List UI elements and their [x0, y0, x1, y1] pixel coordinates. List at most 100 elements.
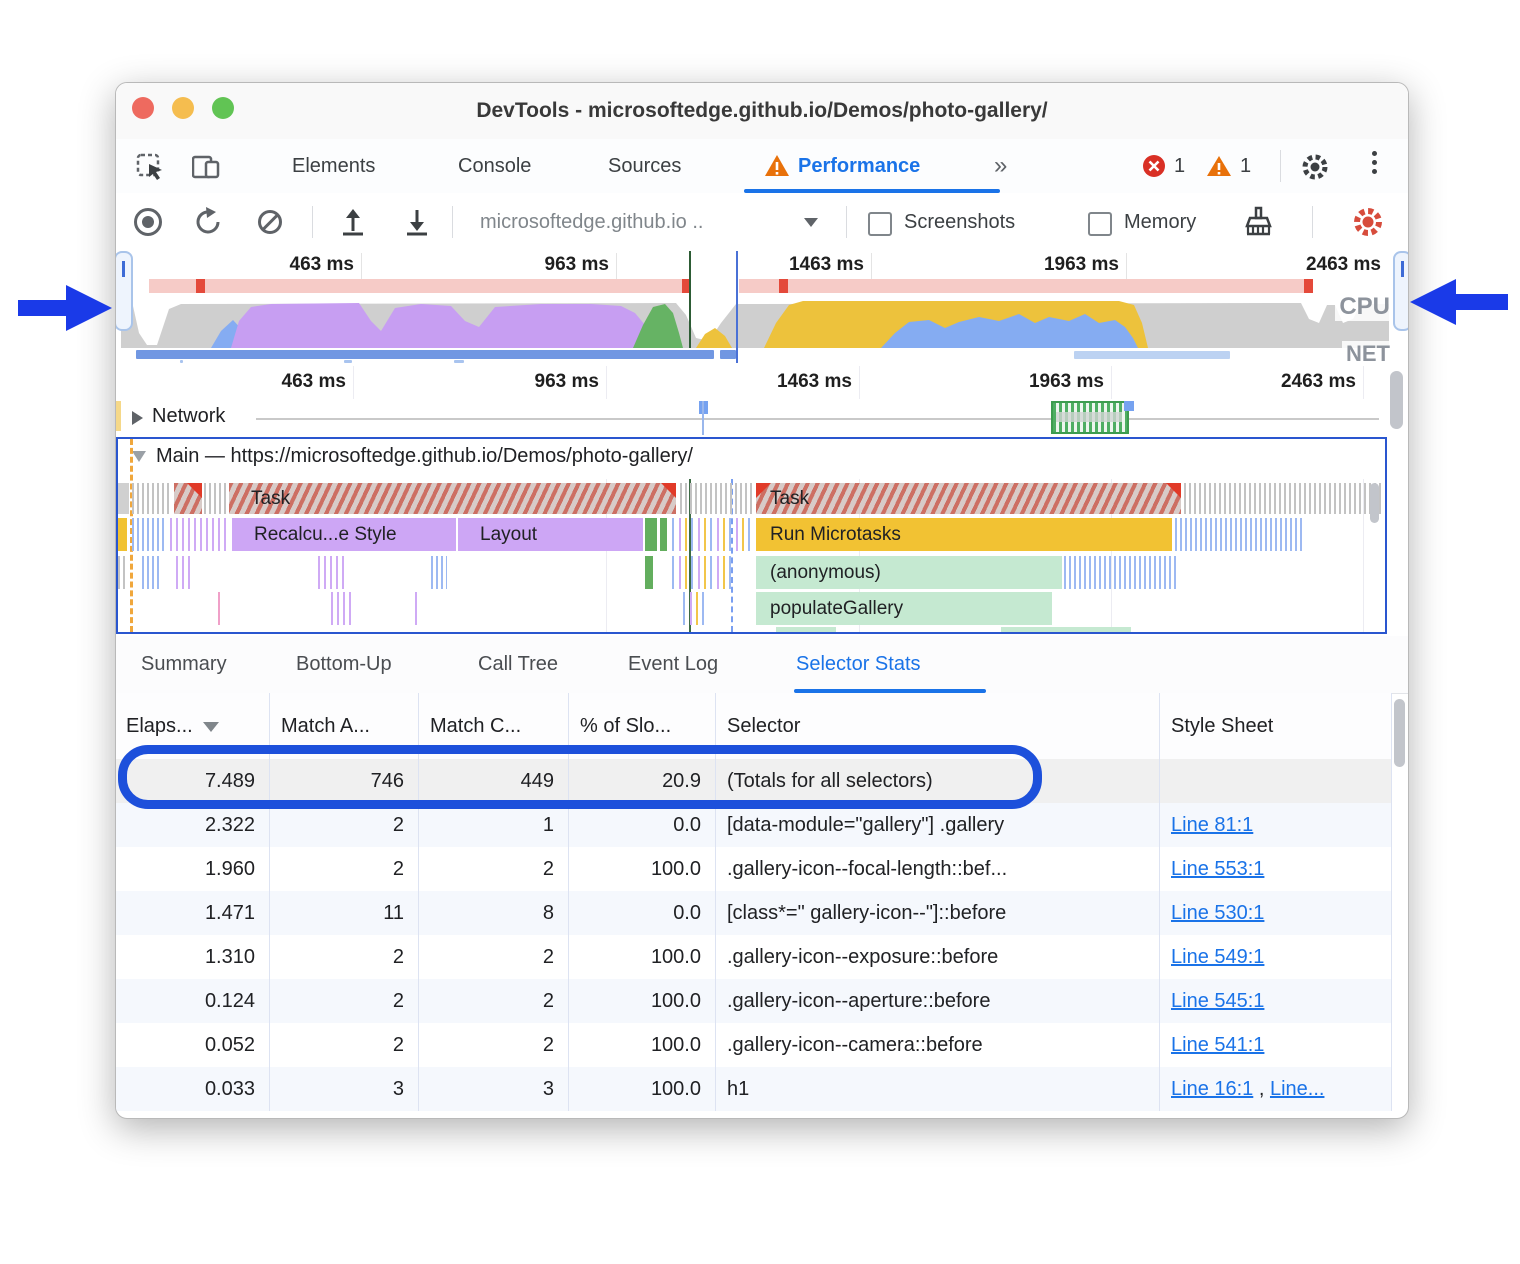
- activity-stripes: [431, 556, 447, 589]
- main-disclosure-icon[interactable]: [132, 451, 146, 462]
- reload-icon[interactable]: [194, 207, 224, 237]
- task-bar-partial[interactable]: [118, 518, 127, 551]
- stylesheet-link[interactable]: Line 16:1: [1171, 1078, 1253, 1100]
- header-pct-slow[interactable]: % of Slo...: [580, 693, 712, 759]
- tab-bottom-up[interactable]: Bottom-Up: [296, 636, 392, 692]
- tab-summary[interactable]: Summary: [141, 636, 227, 692]
- net-activity-bar: [1074, 351, 1230, 359]
- tab-console[interactable]: Console: [458, 139, 531, 193]
- tab-event-log[interactable]: Event Log: [628, 636, 718, 692]
- net-activity-tick: [454, 360, 464, 363]
- stylesheet-link[interactable]: Line 549:1: [1171, 946, 1264, 968]
- activity-stripes: [132, 483, 172, 514]
- stylesheet-link[interactable]: Line 530:1: [1171, 902, 1264, 924]
- populate-gallery-bar[interactable]: populateGallery: [756, 592, 1052, 625]
- table-row[interactable]: 0.052 2 2 100.0 .gallery-icon--camera::b…: [116, 1023, 1391, 1067]
- table-row[interactable]: 1.471 11 8 0.0 [class*=" gallery-icon--"…: [116, 891, 1391, 935]
- task-bar-partial[interactable]: [118, 483, 129, 514]
- flame-scrollbar-thumb[interactable]: [1370, 483, 1379, 523]
- tracks-scrollbar-thumb[interactable]: [1390, 371, 1403, 429]
- screenshots-checkbox[interactable]: [868, 212, 892, 236]
- cpu-activity-chart[interactable]: [121, 293, 1401, 348]
- overview-tick: [616, 253, 617, 279]
- paint-bar[interactable]: [645, 518, 657, 551]
- column-divider: [1159, 693, 1160, 1111]
- activity-stripes: [331, 592, 355, 625]
- download-profile-icon[interactable]: [402, 207, 432, 237]
- inspect-icon[interactable]: [136, 153, 166, 181]
- error-count[interactable]: 1: [1174, 139, 1185, 193]
- history-caret-icon[interactable]: [804, 218, 818, 227]
- timeline-overview[interactable]: 463 ms 963 ms 1463 ms 1963 ms 2463 ms: [116, 251, 1408, 368]
- screenshot-canvas: DevTools - microsoftedge.github.io/Demos…: [0, 0, 1520, 1264]
- header-match-attempts[interactable]: Match A...: [281, 693, 415, 759]
- paint-bar[interactable]: [645, 556, 653, 589]
- recalculate-style-bar[interactable]: Recalcu...e Style: [231, 518, 456, 551]
- stylesheet-link[interactable]: Line 545:1: [1171, 990, 1264, 1012]
- table-row[interactable]: 2.322 2 1 0.0 [data-module="gallery"] .g…: [116, 803, 1391, 847]
- memory-label[interactable]: Memory: [1124, 193, 1196, 251]
- clear-icon[interactable]: [258, 210, 282, 234]
- network-request-marker: [702, 401, 704, 435]
- long-task-bar[interactable]: [174, 483, 202, 514]
- long-task-bar[interactable]: Task: [229, 483, 676, 514]
- activity-stripes: [204, 483, 228, 514]
- settings-gear-icon[interactable]: [1300, 152, 1330, 182]
- overview-cursor-line: [689, 251, 691, 348]
- upload-profile-icon[interactable]: [338, 207, 368, 237]
- stylesheet-link[interactable]: Line 541:1: [1171, 1034, 1264, 1056]
- tab-performance[interactable]: Performance: [798, 139, 920, 193]
- ruler-tick-label: 463 ms: [228, 369, 346, 395]
- overview-tick: [871, 253, 872, 279]
- ruler-tick-label: 1463 ms: [724, 369, 852, 395]
- network-track[interactable]: Network: [116, 399, 1408, 437]
- run-microtasks-bar[interactable]: Run Microtasks: [756, 518, 1172, 551]
- table-row[interactable]: 0.033 3 3 100.0 h1 Line 16:1 , Line...: [116, 1067, 1391, 1111]
- toolbar-divider-1: [312, 206, 313, 238]
- stylesheet-link[interactable]: Line...: [1270, 1078, 1324, 1100]
- warning-count[interactable]: 1: [1240, 139, 1251, 193]
- activity-stripes: [132, 518, 166, 551]
- garbage-collect-icon[interactable]: [1242, 206, 1276, 240]
- titlebar: DevTools - microsoftedge.github.io/Demos…: [116, 83, 1408, 140]
- network-disclosure-icon[interactable]: [132, 411, 143, 425]
- tab-call-tree[interactable]: Call Tree: [478, 636, 558, 692]
- capture-settings-gear-icon[interactable]: [1352, 206, 1384, 238]
- header-elapsed[interactable]: Elaps...: [126, 693, 266, 759]
- ruler-tick-label: 963 ms: [481, 369, 599, 395]
- device-toolbar-icon[interactable]: [192, 153, 224, 181]
- more-tabs-chevron[interactable]: »: [994, 139, 1007, 193]
- paint-bar[interactable]: [660, 518, 667, 551]
- network-request-marker: [1124, 401, 1134, 411]
- table-row-totals[interactable]: 7.489 746 449 20.9 (Totals for all selec…: [116, 759, 1391, 803]
- header-style-sheet[interactable]: Style Sheet: [1171, 693, 1381, 759]
- net-activity-bar: [720, 350, 736, 359]
- activity-tick: [415, 592, 417, 625]
- anonymous-function-bar[interactable]: (anonymous): [756, 556, 1062, 589]
- error-badge-icon[interactable]: [1142, 154, 1166, 178]
- kebab-menu-icon[interactable]: [1368, 147, 1380, 178]
- long-task-bar[interactable]: Task: [756, 483, 1181, 514]
- header-selector[interactable]: Selector: [727, 693, 1147, 759]
- table-row[interactable]: 1.960 2 2 100.0 .gallery-icon--focal-len…: [116, 847, 1391, 891]
- main-thread-track[interactable]: Main — https://microsoftedge.github.io/D…: [116, 437, 1387, 634]
- tab-selector-stats[interactable]: Selector Stats: [796, 636, 921, 692]
- grid-scrollbar-thumb[interactable]: [1394, 699, 1405, 767]
- table-row[interactable]: 0.124 2 2 100.0 .gallery-icon--aperture:…: [116, 979, 1391, 1023]
- header-match-count[interactable]: Match C...: [430, 693, 564, 759]
- memory-checkbox[interactable]: [1088, 212, 1112, 236]
- screenshots-label[interactable]: Screenshots: [904, 193, 1015, 251]
- long-task-marker: [1304, 279, 1313, 293]
- tracks-ruler: 463 ms 963 ms 1463 ms 1963 ms 2463 ms: [116, 366, 1408, 399]
- net-activity-tick: [180, 360, 183, 363]
- stylesheet-link[interactable]: Line 553:1: [1171, 858, 1264, 880]
- activity-stripes: [1184, 483, 1381, 514]
- tab-sources[interactable]: Sources: [608, 139, 681, 193]
- stylesheet-link[interactable]: Line 81:1: [1171, 814, 1253, 836]
- layout-bar[interactable]: Layout: [457, 518, 643, 551]
- tab-elements[interactable]: Elements: [292, 139, 375, 193]
- history-selector[interactable]: microsoftedge.github.io ..: [480, 193, 703, 251]
- left-annotation-arrow: [0, 270, 130, 350]
- warning-badge-icon[interactable]: [1206, 155, 1232, 178]
- table-row[interactable]: 1.310 2 2 100.0 .gallery-icon--exposure:…: [116, 935, 1391, 979]
